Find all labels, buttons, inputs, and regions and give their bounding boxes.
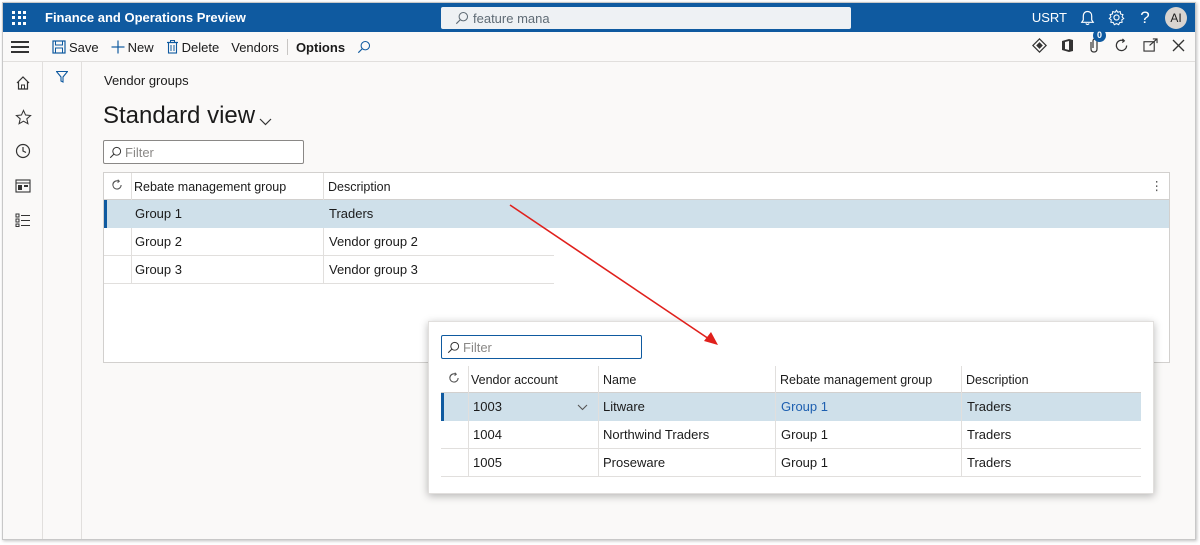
table-row[interactable]: 1005 Proseware Group 1 Traders — [441, 449, 1141, 477]
star-icon[interactable] — [14, 108, 32, 126]
vendors-menu[interactable]: Vendors — [231, 40, 279, 55]
list-icon[interactable] — [14, 211, 32, 229]
column-header-rebate-group[interactable]: Rebate management group — [134, 180, 286, 194]
cell-description: Traders — [329, 206, 374, 221]
attachment-icon[interactable]: 0 — [1088, 28, 1106, 57]
search-icon — [357, 40, 371, 54]
search-icon — [109, 146, 122, 158]
cell-group: Group 1 — [135, 206, 182, 221]
global-search-value: feature mana — [473, 10, 550, 26]
vendor-grid-header: Vendor account Name Rebate management gr… — [441, 366, 1141, 393]
column-header-description[interactable]: Description — [328, 180, 391, 194]
vendor-filter-field[interactable] — [441, 335, 642, 359]
action-search-button[interactable] — [357, 40, 374, 54]
grid-filter-field[interactable] — [103, 140, 304, 164]
help-icon[interactable]: ? — [1136, 8, 1154, 27]
view-selector[interactable]: Standard view — [103, 99, 272, 133]
cell-group: Group 2 — [135, 234, 182, 249]
table-row[interactable]: Group 3 Vendor group 3 — [104, 256, 1169, 284]
app-window: Finance and Operations Preview feature m… — [2, 2, 1196, 540]
column-header-vendor-account[interactable]: Vendor account — [471, 373, 558, 387]
vendor-filter-input[interactable] — [463, 339, 613, 355]
waffle-icon[interactable] — [3, 3, 35, 32]
options-label: Options — [295, 39, 346, 55]
grid-filter-input[interactable] — [125, 144, 275, 160]
cell-description: Vendor group 2 — [329, 234, 418, 249]
cell-description: Traders — [967, 427, 1012, 442]
filter-pane — [43, 62, 82, 539]
filter-icon[interactable] — [55, 70, 69, 86]
bell-icon[interactable] — [1078, 9, 1096, 27]
gear-icon[interactable] — [1107, 9, 1125, 27]
cell-rebate-group: Group 1 — [781, 455, 828, 470]
delete-button[interactable]: Delete — [166, 39, 220, 55]
table-row[interactable]: Group 1 Traders — [104, 200, 1169, 228]
app-title[interactable]: Finance and Operations Preview — [45, 10, 246, 25]
table-row[interactable]: 1003 Litware Group 1 Traders — [441, 393, 1141, 421]
chevron-down-icon[interactable] — [577, 399, 588, 414]
search-icon — [455, 11, 469, 25]
clock-icon[interactable] — [14, 142, 32, 160]
close-icon[interactable] — [1172, 39, 1185, 56]
grid-header: Rebate management group Description ⋮ — [104, 173, 1169, 200]
open-new-icon[interactable] — [1143, 38, 1158, 56]
cell-description: Vendor group 3 — [329, 262, 418, 277]
hamburger-icon[interactable] — [11, 41, 29, 53]
refresh-icon[interactable] — [448, 372, 460, 387]
chevron-down-icon — [259, 105, 272, 133]
table-row[interactable]: 1004 Northwind Traders Group 1 Traders — [441, 421, 1141, 449]
cell-vendor-account: 1004 — [473, 427, 502, 442]
trash-icon — [166, 40, 179, 54]
options-menu[interactable]: Options — [296, 40, 345, 55]
cell-group: Group 3 — [135, 262, 182, 277]
diamond-icon[interactable] — [1032, 37, 1047, 57]
column-header-rebate-group[interactable]: Rebate management group — [780, 373, 932, 387]
avatar[interactable]: AI — [1165, 6, 1187, 29]
toolbar-divider — [286, 39, 288, 55]
search-icon — [447, 341, 460, 353]
cell-description: Traders — [967, 455, 1012, 470]
refresh-icon[interactable] — [1114, 38, 1129, 57]
new-button[interactable]: New — [111, 40, 154, 55]
save-label: Save — [69, 39, 99, 55]
cell-vendor-account: 1005 — [473, 455, 502, 470]
workspace-icon[interactable] — [14, 177, 32, 195]
cell-name: Proseware — [603, 455, 666, 470]
more-icon[interactable]: ⋮ — [1151, 178, 1164, 193]
action-pane: Save New Delete Vendors Options 0 — [3, 28, 1195, 62]
column-header-description[interactable]: Description — [966, 373, 1029, 387]
vendors-label: Vendors — [231, 39, 279, 55]
refresh-icon[interactable] — [111, 179, 123, 194]
attachment-count-badge: 0 — [1093, 28, 1106, 42]
column-header-name[interactable]: Name — [603, 373, 636, 387]
cell-rebate-group-link[interactable]: Group 1 — [781, 399, 828, 414]
top-bar: Finance and Operations Preview feature m… — [3, 3, 1195, 32]
new-label: New — [127, 39, 154, 55]
office-icon[interactable] — [1061, 38, 1074, 57]
vendors-preview-panel: Vendor account Name Rebate management gr… — [428, 321, 1154, 494]
save-icon — [52, 40, 66, 54]
global-search-input[interactable]: feature mana — [441, 7, 851, 29]
plus-icon — [111, 40, 125, 54]
home-icon[interactable] — [14, 74, 32, 92]
navigation-pane — [3, 62, 43, 539]
cell-vendor-account[interactable]: 1003 — [473, 399, 502, 414]
table-row[interactable]: Group 2 Vendor group 2 — [104, 228, 1169, 256]
cell-name: Northwind Traders — [603, 427, 710, 442]
cell-name: Litware — [603, 399, 645, 414]
save-button[interactable]: Save — [52, 40, 99, 55]
delete-label: Delete — [181, 39, 220, 55]
cell-rebate-group: Group 1 — [781, 427, 828, 442]
breadcrumb: Vendor groups — [104, 73, 189, 88]
cell-description: Traders — [967, 399, 1012, 414]
company-picker[interactable]: USRT — [1032, 10, 1067, 25]
page-title: Standard view — [103, 102, 256, 129]
